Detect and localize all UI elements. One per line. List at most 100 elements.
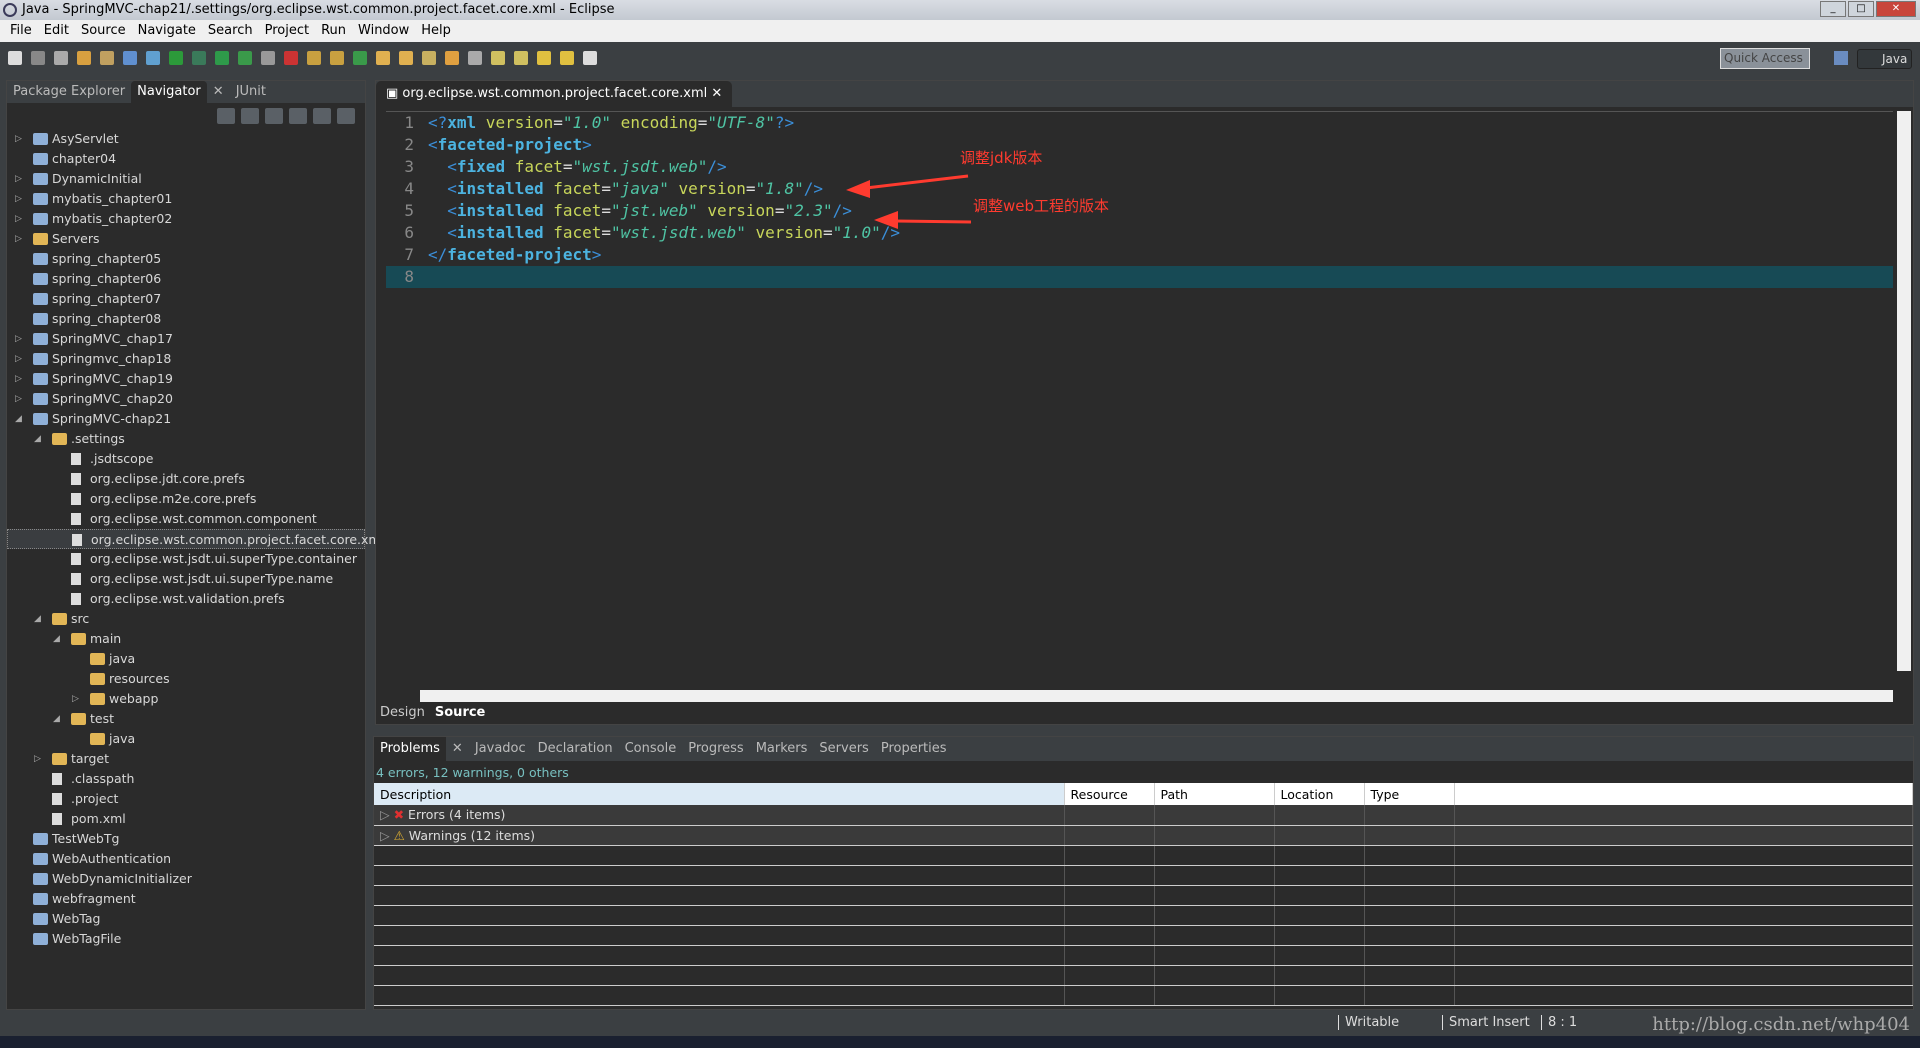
toolbar-button-icon[interactable]: [77, 51, 91, 65]
collapsed-arrow-icon[interactable]: ▷: [15, 209, 25, 229]
tree-item[interactable]: ▷ Springmvc_chap18: [7, 349, 365, 369]
tab-declaration[interactable]: Declaration: [532, 737, 619, 761]
collapsed-arrow-icon[interactable]: ▷: [15, 369, 25, 389]
minimize-button[interactable]: _: [1820, 1, 1846, 17]
tree-item[interactable]: ▷ webapp: [7, 689, 365, 709]
code-line[interactable]: 5 <installed facet="jst.web" version="2.…: [386, 200, 1893, 222]
tree-item[interactable]: ▷ SpringMVC_chap19: [7, 369, 365, 389]
problem-group-row[interactable]: ▷ ✖ Errors (4 items): [374, 805, 1913, 826]
tree-item[interactable]: ▷ SpringMVC_chap17: [7, 329, 365, 349]
toolbar-button-icon[interactable]: [330, 51, 344, 65]
toolbar-button-icon[interactable]: [284, 51, 298, 65]
expanded-arrow-icon[interactable]: ◢: [15, 409, 25, 429]
back-icon[interactable]: [217, 108, 235, 124]
tab-console[interactable]: Console: [619, 737, 683, 761]
tab-source[interactable]: Source: [429, 703, 491, 723]
tree-item[interactable]: org.eclipse.wst.common.component: [7, 509, 365, 529]
collapsed-arrow-icon[interactable]: ▷: [15, 389, 25, 409]
link-editor-icon[interactable]: [313, 108, 331, 124]
menu-run[interactable]: Run: [315, 20, 352, 42]
view-menu-icon[interactable]: [337, 108, 355, 124]
toolbar-button-icon[interactable]: [192, 51, 206, 65]
tab-servers[interactable]: Servers: [813, 737, 874, 761]
tree-item[interactable]: ◢ main: [7, 629, 365, 649]
expanded-arrow-icon[interactable]: ◢: [53, 629, 63, 649]
close-tab-icon[interactable]: ✕: [207, 81, 230, 103]
toolbar-button-icon[interactable]: [491, 51, 505, 65]
horizontal-scrollbar[interactable]: [420, 690, 1893, 702]
tab-junit[interactable]: JUnit: [230, 81, 272, 103]
collapsed-arrow-icon[interactable]: ▷: [15, 229, 25, 249]
tree-item[interactable]: spring_chapter07: [7, 289, 365, 309]
column-header-resource[interactable]: Resource: [1064, 783, 1155, 805]
code-area[interactable]: 1 <?xml version="1.0" encoding="UTF-8"?> 2…: [386, 111, 1893, 681]
toolbar-button-icon[interactable]: [399, 51, 413, 65]
toolbar-button-icon[interactable]: [376, 51, 390, 65]
tab-problems[interactable]: Problems: [374, 737, 446, 761]
code-line[interactable]: 8: [386, 266, 1893, 288]
toolbar-button-icon[interactable]: [169, 51, 183, 65]
toolbar-button-icon[interactable]: [514, 51, 528, 65]
tab-package-explorer[interactable]: Package Explorer: [7, 81, 131, 103]
quick-access-input[interactable]: Quick Access: [1720, 48, 1810, 69]
code-line[interactable]: 2 <faceted-project>: [386, 134, 1893, 156]
vertical-scrollbar[interactable]: [1897, 111, 1911, 671]
tree-item[interactable]: org.eclipse.wst.common.project.facet.cor…: [7, 529, 384, 549]
toolbar-button-icon[interactable]: [261, 51, 275, 65]
tree-item[interactable]: ▷ Servers: [7, 229, 365, 249]
toolbar-button-icon[interactable]: [445, 51, 459, 65]
tree-item[interactable]: org.eclipse.jdt.core.prefs: [7, 469, 365, 489]
toolbar-button-icon[interactable]: [146, 51, 160, 65]
tree-item[interactable]: WebTagFile: [7, 929, 365, 949]
perspective-java-button[interactable]: Java: [1857, 49, 1912, 69]
menu-search[interactable]: Search: [202, 20, 259, 42]
expanded-arrow-icon[interactable]: ◢: [34, 609, 44, 629]
tree-item[interactable]: ▷ SpringMVC_chap20: [7, 389, 365, 409]
toolbar-button-icon[interactable]: [583, 51, 597, 65]
menu-project[interactable]: Project: [259, 20, 315, 42]
tree-item[interactable]: WebTag: [7, 909, 365, 929]
tree-item[interactable]: ◢ SpringMVC-chap21: [7, 409, 365, 429]
tree-item[interactable]: ◢ test: [7, 709, 365, 729]
menu-window[interactable]: Window: [352, 20, 415, 42]
forward-icon[interactable]: [241, 108, 259, 124]
expanded-arrow-icon[interactable]: ◢: [34, 429, 44, 449]
tree-item[interactable]: TestWebTg: [7, 829, 365, 849]
tree-item[interactable]: java: [7, 649, 365, 669]
collapsed-arrow-icon[interactable]: ▷: [15, 169, 25, 189]
column-header-description[interactable]: Description: [374, 783, 1065, 805]
close-tab-icon[interactable]: ✕: [446, 737, 469, 761]
tree-item[interactable]: ◢ src: [7, 609, 365, 629]
up-icon[interactable]: [265, 108, 283, 124]
menu-navigate[interactable]: Navigate: [132, 20, 202, 42]
menu-edit[interactable]: Edit: [38, 20, 75, 42]
editor-tab[interactable]: ▣ org.eclipse.wst.common.project.facet.c…: [376, 81, 733, 107]
tree-item[interactable]: spring_chapter05: [7, 249, 365, 269]
collapsed-arrow-icon[interactable]: ▷: [15, 349, 25, 369]
close-window-button[interactable]: ✕: [1876, 1, 1916, 17]
tab-navigator[interactable]: Navigator: [131, 81, 207, 103]
open-perspective-icon[interactable]: [1834, 51, 1848, 65]
tree-item[interactable]: ▷ target: [7, 749, 365, 769]
column-header-path[interactable]: Path: [1154, 783, 1275, 805]
column-header-location[interactable]: Location: [1274, 783, 1365, 805]
collapsed-arrow-icon[interactable]: ▷: [380, 828, 394, 843]
tree-item[interactable]: pom.xml: [7, 809, 365, 829]
code-line[interactable]: 7 </faceted-project>: [386, 244, 1893, 266]
close-tab-icon[interactable]: ✕: [711, 86, 722, 101]
tree-item[interactable]: .classpath: [7, 769, 365, 789]
maximize-button[interactable]: □: [1848, 1, 1874, 17]
toolbar-button-icon[interactable]: [123, 51, 137, 65]
tree-item[interactable]: ▷ AsyServlet: [7, 129, 365, 149]
column-header-type[interactable]: Type: [1364, 783, 1455, 805]
tree-item[interactable]: ▷ mybatis_chapter01: [7, 189, 365, 209]
menu-help[interactable]: Help: [415, 20, 457, 42]
tree-item[interactable]: ◢ .settings: [7, 429, 365, 449]
toolbar-button-icon[interactable]: [31, 51, 45, 65]
code-line[interactable]: 4 <installed facet="java" version="1.8"/…: [386, 178, 1893, 200]
code-line[interactable]: 1 <?xml version="1.0" encoding="UTF-8"?>: [386, 112, 1893, 134]
tree-item[interactable]: spring_chapter06: [7, 269, 365, 289]
tab-javadoc[interactable]: Javadoc: [469, 737, 532, 761]
collapsed-arrow-icon[interactable]: ▷: [15, 329, 25, 349]
tree-item[interactable]: WebDynamicInitializer: [7, 869, 365, 889]
